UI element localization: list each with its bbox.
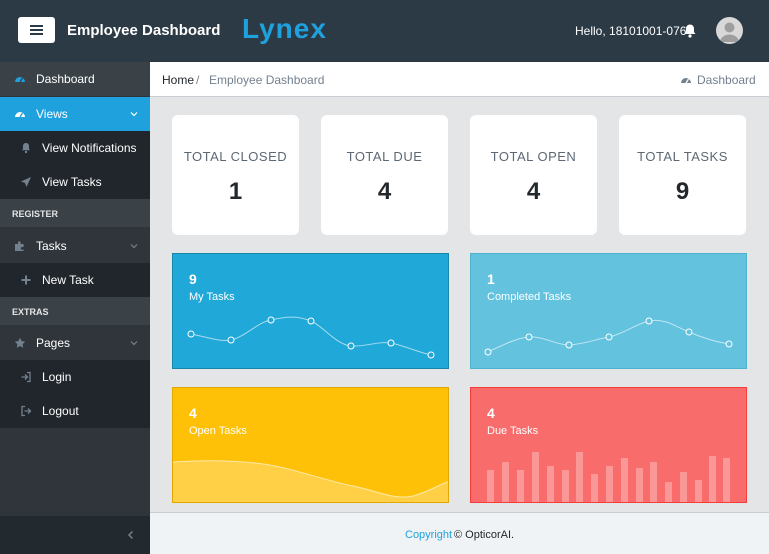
breadcrumb-dashboard-link[interactable]: Dashboard [697, 73, 756, 87]
breadcrumb: Home / Employee Dashboard Dashboard [150, 62, 769, 97]
speedometer-icon [15, 77, 25, 83]
stat-value: 9 [675, 178, 690, 205]
login-icon [21, 371, 31, 383]
sidebar-item-label: Login [42, 370, 72, 384]
sidebar: Dashboard Views View Notifications View … [0, 62, 150, 554]
sidebar-item-label: View Tasks [42, 175, 102, 189]
chevron-down-icon [130, 244, 138, 249]
stat-card-total-closed: TOTAL CLOSED 1 [172, 115, 299, 235]
card-value: 4 [487, 405, 495, 421]
sidebar-item-dashboard[interactable]: Dashboard [0, 62, 150, 96]
card-caption: My Tasks [189, 291, 235, 303]
brand-logo[interactable]: Lynex [242, 13, 327, 45]
stat-title: TOTAL DUE [346, 149, 423, 164]
sidebar-item-label: Views [36, 107, 68, 121]
sidebar-item-label: Dashboard [36, 72, 95, 86]
logout-icon [21, 405, 32, 417]
sidebar-item-label: Logout [42, 404, 79, 418]
stat-value: 4 [377, 178, 392, 205]
stat-title: TOTAL TASKS [637, 149, 728, 164]
sidebar-spacer [0, 428, 150, 516]
card-my-tasks[interactable]: 9 My Tasks [172, 253, 449, 369]
bar-chart [487, 452, 730, 502]
plus-icon [21, 275, 31, 285]
card-completed-tasks[interactable]: 1 Completed Tasks [470, 253, 747, 369]
user-greeting: Hello, 18101001-076 [575, 24, 687, 38]
copyright-text: © OpticorAI. [454, 529, 515, 541]
sidebar-item-logout[interactable]: Logout [0, 394, 150, 428]
stat-value: 1 [228, 178, 243, 205]
puzzle-icon [15, 241, 24, 251]
section-register: REGISTER [0, 199, 150, 227]
section-extras: EXTRAS [0, 297, 150, 325]
speedometer-icon [15, 112, 25, 118]
section-label: REGISTER [12, 209, 59, 219]
bell-icon[interactable] [682, 23, 698, 39]
sidebar-item-views[interactable]: Views [0, 97, 150, 131]
bell-icon [22, 143, 30, 154]
speedometer-icon [681, 78, 691, 84]
section-label: EXTRAS [12, 307, 49, 317]
stat-card-total-tasks: TOTAL TASKS 9 [619, 115, 746, 235]
sidebar-item-new-task[interactable]: New Task [0, 263, 150, 297]
copyright-link[interactable]: Copyright [405, 529, 452, 541]
stat-card-total-due: TOTAL DUE 4 [321, 115, 448, 235]
sidebar-item-label: Pages [36, 336, 71, 350]
chevron-down-icon [130, 341, 138, 346]
card-open-tasks[interactable]: 4 Open Tasks [172, 387, 449, 503]
chevron-left-icon [127, 530, 134, 540]
sidebar-item-login[interactable]: Login [0, 360, 150, 394]
breadcrumb-separator: / [196, 73, 200, 87]
send-icon [21, 177, 31, 187]
card-due-tasks[interactable]: 4 Due Tasks [470, 387, 747, 503]
breadcrumb-home-link[interactable]: Home [162, 73, 194, 87]
stat-card-total-open: TOTAL OPEN 4 [470, 115, 597, 235]
sidebar-item-view-tasks[interactable]: View Tasks [0, 165, 150, 199]
sparkline-chart [187, 316, 435, 359]
sidebar-minimizer[interactable] [0, 516, 150, 554]
card-caption: Completed Tasks [487, 291, 572, 303]
sidebar-item-view-notifications[interactable]: View Notifications [0, 131, 150, 165]
avatar[interactable] [716, 17, 743, 44]
card-value: 9 [189, 271, 197, 287]
breadcrumb-current: Employee Dashboard [209, 73, 325, 87]
sidebar-item-label: New Task [42, 273, 94, 287]
sidebar-item-pages[interactable]: Pages [0, 326, 150, 360]
stat-value: 4 [526, 178, 541, 205]
sidebar-item-tasks[interactable]: Tasks [0, 229, 150, 263]
app-title: Employee Dashboard [67, 22, 221, 39]
footer: Copyright © OpticorAI. [150, 512, 769, 554]
card-value: 4 [189, 405, 197, 421]
sidebar-item-label: Tasks [36, 239, 67, 253]
area-chart [173, 460, 448, 502]
sidebar-item-label: View Notifications [42, 141, 137, 155]
star-icon [14, 337, 26, 348]
stat-title: TOTAL CLOSED [183, 149, 288, 164]
chevron-down-icon [130, 112, 138, 117]
card-caption: Due Tasks [487, 425, 539, 437]
card-value: 1 [487, 271, 495, 287]
card-caption: Open Tasks [189, 425, 247, 437]
top-header: Employee Dashboard Lynex Hello, 18101001… [0, 0, 769, 62]
menu-toggle-button[interactable] [18, 17, 55, 43]
sparkline-chart [484, 317, 733, 356]
stat-title: TOTAL OPEN [490, 149, 577, 164]
